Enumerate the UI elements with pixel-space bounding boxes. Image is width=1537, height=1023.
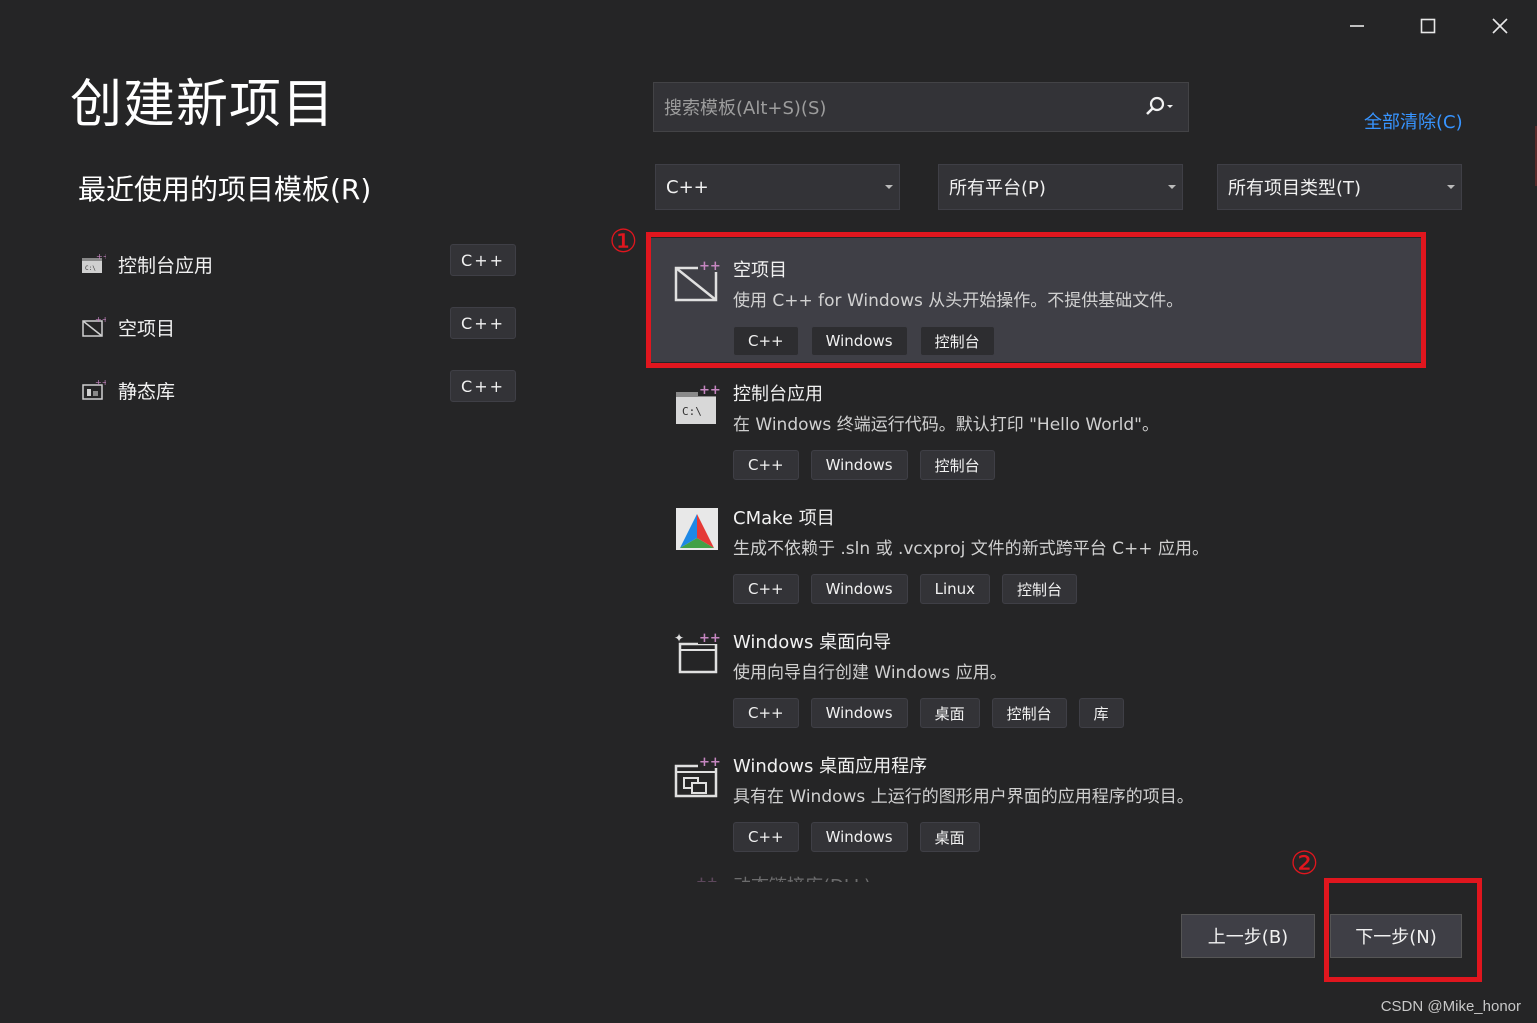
svg-text:C:\: C:\ — [85, 265, 96, 272]
clear-all-link[interactable]: 全部清除(C) — [1364, 108, 1463, 134]
recent-item-empty-project[interactable]: ++ 空项目 C++ — [80, 307, 520, 347]
template-tag: C++ — [733, 450, 799, 480]
template-name: 空项目 — [733, 260, 787, 281]
template-item-cmake-project[interactable]: CMake 项目 生成不依赖于 .sln 或 .vcxproj 文件的新式跨平台… — [650, 486, 1422, 610]
close-icon — [1492, 18, 1508, 34]
language-tag: C++ — [450, 370, 516, 402]
svg-text:++: ++ — [699, 259, 720, 274]
template-tag: 桌面 — [919, 822, 980, 852]
maximize-button[interactable] — [1408, 8, 1448, 44]
svg-text:++: ++ — [699, 755, 720, 770]
desktop-wizard-icon: ✦ ++ — [674, 631, 720, 674]
svg-text:++: ++ — [95, 315, 106, 324]
search-icon[interactable] — [1144, 95, 1174, 119]
platform-filter-dropdown[interactable]: 所有平台(P) — [938, 164, 1183, 210]
language-filter-value: C++ — [666, 176, 709, 198]
minimize-icon — [1350, 25, 1364, 27]
template-tag: 库 — [1078, 698, 1124, 728]
page-title: 创建新项目 — [70, 75, 336, 135]
close-button[interactable] — [1480, 8, 1520, 44]
template-item-desktop-app[interactable]: ++ Windows 桌面应用程序 具有在 Windows 上运行的图形用户界面… — [650, 734, 1422, 858]
template-search-box[interactable] — [653, 82, 1189, 133]
recent-item-static-library[interactable]: ++ 静态库 C++ — [80, 370, 520, 410]
template-name: Windows 桌面向导 — [733, 632, 892, 653]
chevron-down-icon — [1447, 185, 1455, 189]
project-type-filter-value: 所有项目类型(T) — [1228, 178, 1362, 199]
template-list[interactable]: ++ 空项目 使用 C++ for Windows 从头开始操作。不提供基础文件… — [650, 230, 1430, 882]
template-tag: C++ — [733, 326, 799, 356]
svg-text:✦: ✦ — [674, 631, 684, 645]
template-tag: 控制台 — [1002, 574, 1078, 604]
svg-text:++: ++ — [699, 631, 720, 646]
svg-text:++: ++ — [95, 378, 106, 387]
maximize-icon — [1420, 18, 1436, 34]
template-description: 生成不依赖于 .sln 或 .vcxproj 文件的新式跨平台 C++ 应用。 — [733, 539, 1209, 559]
annotation-marker-2: ② — [1290, 844, 1319, 882]
template-tag: 桌面 — [919, 698, 980, 728]
template-item-empty-project[interactable]: ++ 空项目 使用 C++ for Windows 从头开始操作。不提供基础文件… — [650, 238, 1422, 362]
template-tag: Windows — [810, 574, 908, 604]
template-tag: C++ — [733, 574, 799, 604]
template-name: 控制台应用 — [733, 384, 823, 405]
project-type-filter-dropdown[interactable]: 所有项目类型(T) — [1217, 164, 1462, 210]
template-tag: Windows — [810, 822, 908, 852]
template-item-desktop-wizard[interactable]: ✦ ++ Windows 桌面向导 使用向导自行创建 Windows 应用。 C… — [650, 610, 1422, 734]
template-name: 动态链接库(DLL) — [733, 872, 871, 882]
minimize-button[interactable] — [1337, 8, 1377, 44]
template-item-console-app[interactable]: C:\ ++ 控制台应用 在 Windows 终端运行代码。默认打印 "Hell… — [650, 362, 1422, 486]
language-filter-dropdown[interactable]: C++ — [655, 164, 900, 210]
language-tag: C++ — [450, 244, 516, 276]
platform-filter-value: 所有平台(P) — [949, 178, 1046, 199]
back-button[interactable]: 上一步(B) — [1181, 914, 1315, 958]
template-description: 具有在 Windows 上运行的图形用户界面的应用程序的项目。 — [733, 787, 1194, 807]
template-tag: 控制台 — [919, 450, 995, 480]
chevron-down-icon — [885, 185, 893, 189]
svg-text:++: ++ — [96, 252, 106, 261]
svg-text:C:\: C:\ — [682, 405, 702, 418]
recent-item-console-app[interactable]: C:\ ++ 控制台应用 C++ — [80, 244, 520, 284]
template-tag: C++ — [733, 822, 799, 852]
template-description: 使用 C++ for Windows 从头开始操作。不提供基础文件。 — [733, 291, 1184, 311]
console-app-icon: C:\ ++ — [676, 383, 720, 424]
svg-text:++: ++ — [699, 383, 720, 398]
recent-item-label: 控制台应用 — [118, 254, 214, 277]
template-tag: Windows — [810, 450, 908, 480]
watermark: CSDN @Mike_honor — [1380, 998, 1521, 1015]
template-tag: Windows — [810, 698, 908, 728]
chevron-down-icon — [1168, 185, 1176, 189]
template-name: Windows 桌面应用程序 — [733, 756, 928, 777]
template-tag: C++ — [733, 698, 799, 728]
template-tag: 控制台 — [919, 326, 995, 356]
template-search-input[interactable] — [662, 83, 1136, 133]
static-library-icon: ++ — [82, 378, 106, 400]
empty-project-icon: ++ — [674, 259, 720, 302]
dll-icon: ++ — [696, 875, 718, 882]
annotation-marker-1: ① — [609, 222, 638, 260]
desktop-app-icon: ++ — [674, 755, 720, 798]
empty-project-icon: ++ — [82, 315, 106, 337]
svg-text:++: ++ — [696, 875, 718, 882]
template-tag: Windows — [810, 326, 908, 356]
recent-item-label: 空项目 — [118, 317, 176, 340]
next-button[interactable]: 下一步(N) — [1330, 914, 1462, 958]
template-name: CMake 项目 — [733, 508, 835, 529]
language-tag: C++ — [450, 307, 516, 339]
template-tag: Linux — [919, 574, 991, 604]
template-tag: 控制台 — [991, 698, 1067, 728]
recent-item-label: 静态库 — [118, 380, 176, 403]
template-description: 使用向导自行创建 Windows 应用。 — [733, 663, 1007, 683]
recent-templates-heading: 最近使用的项目模板(R) — [78, 173, 372, 206]
template-description: 在 Windows 终端运行代码。默认打印 "Hello World"。 — [733, 415, 1159, 435]
cmake-icon — [676, 508, 718, 550]
console-app-icon: C:\ ++ — [82, 252, 106, 273]
